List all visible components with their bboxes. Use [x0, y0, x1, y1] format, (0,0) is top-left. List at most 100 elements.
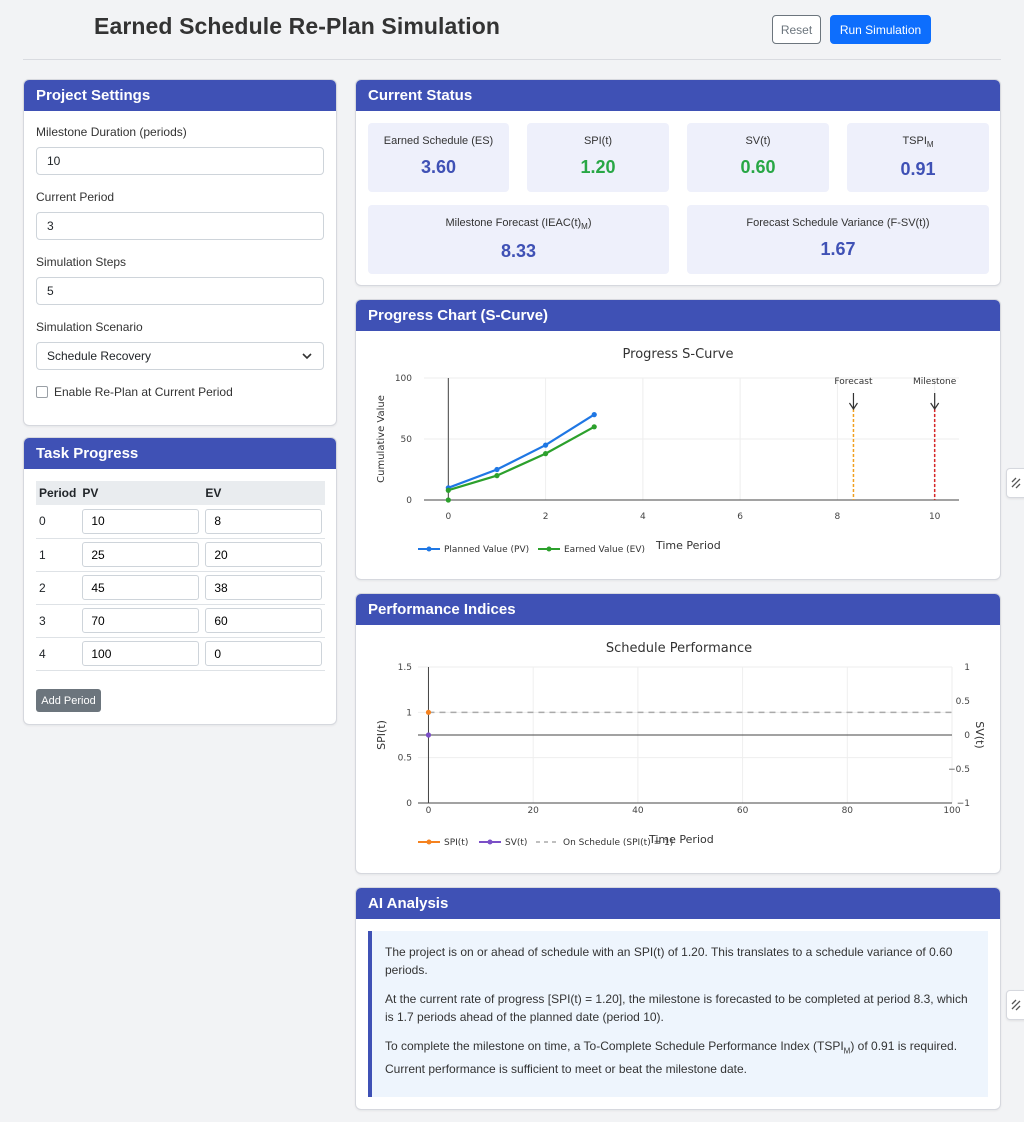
analysis-paragraph: At the current rate of progress [SPI(t) …: [385, 992, 968, 1024]
legend-sv-label: SV(t): [505, 838, 527, 848]
milestone-annotation: Milestone: [913, 377, 957, 387]
side-panel-toggle[interactable]: [1006, 468, 1024, 498]
current-period-label: Current Period: [36, 190, 115, 204]
y2-tick-label: 0: [964, 731, 970, 741]
simulation-steps-input[interactable]: [36, 277, 324, 305]
metric-fsv-value: 1.67: [820, 239, 856, 259]
x-tick-label: 80: [842, 806, 854, 816]
ev-input[interactable]: [205, 508, 323, 534]
period-cell: 0: [36, 505, 80, 539]
project-settings-header: Project Settings: [24, 80, 336, 111]
add-period-button[interactable]: Add Period: [36, 689, 101, 712]
metric-tspi: TSPIM 0.91: [847, 123, 989, 192]
table-row: 0: [36, 505, 326, 539]
column-header-pv: PV: [82, 486, 99, 500]
pv-series-line: [447, 413, 595, 489]
metric-fsv: Forecast Schedule Variance (F-SV(t)) 1.6…: [687, 205, 989, 274]
pv-input[interactable]: [82, 542, 200, 567]
tspi-label-text: TSPI: [902, 135, 927, 147]
performance-indices-card: Performance Indices 0 20 40 60 80 100 0 0.5 1 1.5…: [355, 593, 1001, 874]
chart-grid: [424, 377, 959, 500]
performance-indices-header: Performance Indices: [356, 594, 1000, 625]
ev-input[interactable]: [205, 542, 323, 567]
y-tick-label: 0: [406, 496, 412, 506]
annotation-arrow-icon: [848, 393, 858, 411]
metric-ieac-label: Milestone Forecast (IEAC(t)M): [368, 217, 669, 231]
ieac-label-sub: M: [581, 222, 588, 232]
replan-checkbox[interactable]: [36, 386, 48, 398]
metric-es-label: Earned Schedule (ES): [383, 135, 494, 147]
x-tick-label: 10: [929, 512, 941, 522]
ieac-label-close: ): [587, 217, 592, 229]
x-tick-label: 0: [426, 806, 432, 816]
analysis-paragraph: To complete the milestone on time, a To-…: [385, 1037, 975, 1078]
spi-point: [425, 709, 432, 715]
page-title: Earned Schedule Re-Plan Simulation: [94, 13, 500, 39]
chart-axes: 0 20 40 60 80 10000.511.5−1−0.500.51: [398, 663, 971, 816]
y-tick-label: 1.5: [398, 663, 412, 673]
analysis-paragraph: The project is on or ahead of schedule w…: [385, 945, 953, 977]
pv-input[interactable]: [82, 641, 200, 666]
run-simulation-button[interactable]: Run Simulation: [830, 15, 931, 44]
y-tick-label: 0: [406, 799, 412, 809]
y-tick-label: 0.5: [398, 754, 412, 764]
analysis-text: To complete the milestone on time, a To-…: [385, 1039, 844, 1053]
ev-input[interactable]: [205, 641, 323, 666]
x-tick-label: 8: [835, 512, 841, 522]
tspi-label-sub: M: [926, 140, 934, 150]
simulation-scenario-select[interactable]: Schedule Recovery: [36, 342, 324, 370]
simulation-scenario-label: Simulation Scenario: [36, 320, 143, 334]
ai-analysis-text: The project is on or ahead of schedule w…: [368, 931, 988, 1097]
legend-spi-label: SPI(t): [444, 838, 468, 848]
table-row: 1: [36, 538, 326, 572]
pv-input[interactable]: [82, 508, 200, 534]
ev-point: [591, 424, 597, 430]
y-tick-label: 1: [406, 708, 412, 718]
metric-sv-label: SV(t): [745, 135, 771, 147]
metric-spi-value: 1.20: [580, 157, 616, 177]
x-axis-label: Time Period: [655, 539, 721, 552]
forecast-annotation: Forecast: [834, 377, 873, 387]
legend-sv-marker: [487, 839, 493, 845]
column-header-period: Period: [39, 486, 77, 500]
chart-title: Progress S-Curve: [623, 347, 734, 362]
pv-input[interactable]: [82, 575, 200, 600]
metric-es: Earned Schedule (ES) 3.60: [368, 123, 509, 192]
table-row: 3: [36, 604, 326, 638]
y2-tick-label: 0.5: [956, 697, 970, 707]
metric-spi: SPI(t) 1.20: [527, 123, 669, 192]
metric-ieac: Milestone Forecast (IEAC(t)M) 8.33: [368, 205, 669, 274]
app-header: Earned Schedule Re-Plan Simulation Reset…: [0, 0, 1024, 60]
column-header-ev: EV: [205, 486, 222, 500]
y-axis-label: Cumulative Value: [376, 395, 387, 483]
ev-point: [445, 497, 451, 503]
ev-point: [445, 487, 451, 493]
progress-chart-card: Progress Chart (S-Curve) 0 2 4 6 8 10 0 50 100 P…: [355, 299, 1001, 580]
metric-ieac-value: 8.33: [500, 241, 537, 262]
task-table: Period PV EV 0 1 2 3: [36, 481, 326, 671]
period-cell: 3: [36, 604, 80, 638]
x-axis-label: Time Period: [648, 833, 714, 846]
y2-tick-label: 1: [964, 663, 970, 673]
side-panel-toggle[interactable]: [1006, 990, 1024, 1020]
ev-input[interactable]: [205, 575, 323, 600]
header-divider: [23, 59, 1001, 60]
metric-tspi-label: TSPIM: [847, 135, 989, 149]
period-cell: 4: [36, 637, 80, 671]
ev-input[interactable]: [205, 608, 323, 633]
reset-button[interactable]: Reset: [772, 15, 821, 44]
metric-sv-value: 0.60: [740, 157, 776, 177]
ev-point: [494, 473, 500, 479]
y-tick-label: 100: [395, 374, 412, 384]
pv-input[interactable]: [82, 608, 200, 633]
legend-pv-label: Planned Value (PV): [444, 545, 529, 555]
project-settings-card: Project Settings Milestone Duration (per…: [23, 79, 337, 426]
x-tick-label: 60: [737, 806, 749, 816]
milestone-duration-input[interactable]: [36, 147, 324, 175]
current-status-header: Current Status: [356, 80, 1000, 111]
collapse-icon: [1011, 999, 1021, 1011]
current-period-input[interactable]: [36, 212, 324, 240]
sv-point: [425, 732, 432, 738]
x-tick-label: 2: [543, 512, 549, 522]
annotation-arrow-icon: [930, 393, 940, 411]
